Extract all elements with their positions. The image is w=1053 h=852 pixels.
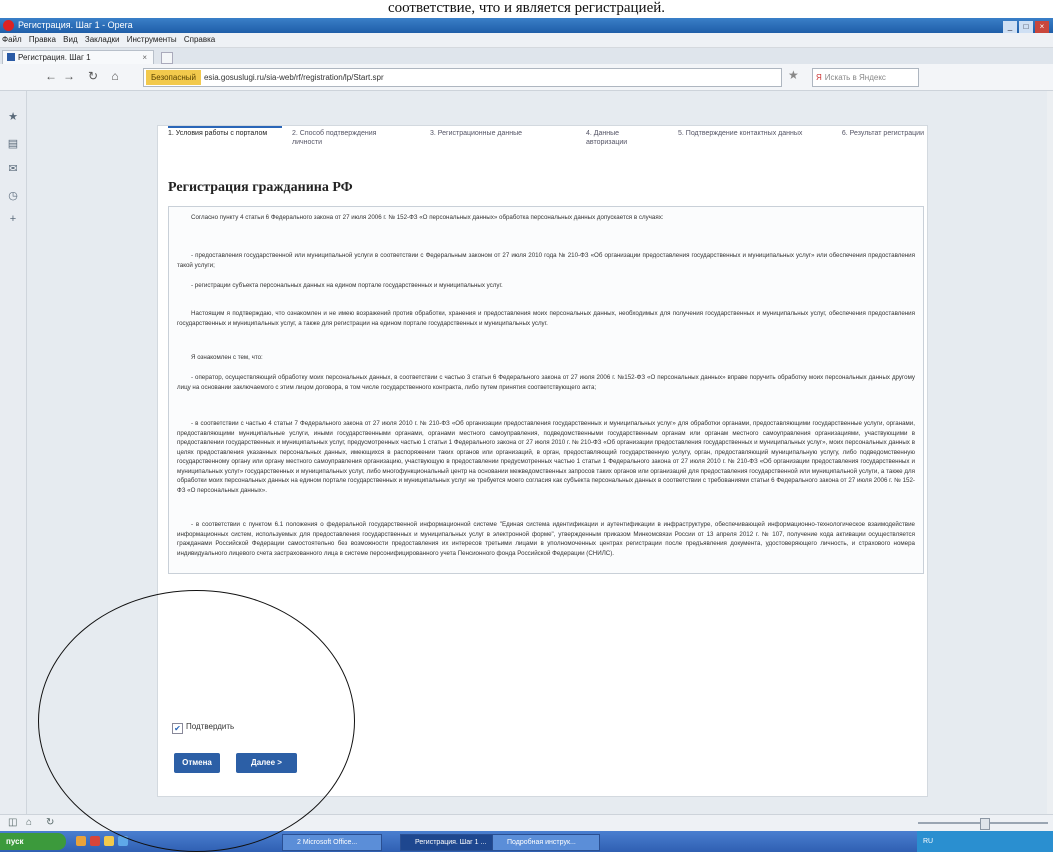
side-panel: ★ ▤ ✉ ◷ + [0,91,27,814]
menu-help[interactable]: Справка [184,35,215,44]
zoom-slider-knob[interactable] [980,818,990,830]
reload-icon[interactable]: ↻ [86,69,100,83]
system-tray: RU [917,831,1053,852]
menu-view[interactable]: Вид [63,35,77,44]
address-url[interactable]: esia.gosuslugi.ru/sia-web/rf/registratio… [204,73,384,82]
taskbar-item[interactable]: Подробная инструк... [492,834,600,851]
bookmarks-star-icon[interactable]: ★ [7,111,19,123]
yandex-icon: Я [816,73,822,82]
tab-strip: Регистрация. Шаг 1 × [0,48,1053,65]
consent-paragraph: - предоставления государственной или мун… [177,252,915,269]
add-panel-icon[interactable]: + [7,213,19,225]
consent-paragraph: - оператор, осуществляющий обработку мои… [177,374,915,391]
bookmark-star-icon[interactable]: ★ [788,68,799,82]
favicon-icon [7,53,15,61]
menu-file[interactable]: Файл [2,35,22,44]
quicklaunch-icon[interactable] [76,836,86,846]
taskbar: пуск 2 Microsoft Office... Регистрация. … [0,831,1053,852]
panel-toggle-icon[interactable]: ◫ [8,817,17,828]
new-tab-button[interactable] [161,52,173,64]
step-6: 6. Результат регистрации [841,130,924,137]
quicklaunch-icon[interactable] [104,836,114,846]
cancel-button[interactable]: Отмена [174,753,220,773]
taskbar-item[interactable]: 2 Microsoft Office... [282,834,382,851]
step-2: 2. Способ подтверждения личности [292,130,377,146]
address-bar[interactable]: Безопасный esia.gosuslugi.ru/sia-web/rf/r… [143,68,782,87]
opera-logo-icon [3,20,14,31]
step-3: 3. Регистрационные данные [430,130,523,137]
tab-close-icon[interactable]: × [142,51,147,64]
navigation-bar: ← → ↻ ⌂ Безопасный esia.gosuslugi.ru/sia-… [0,64,1053,91]
step-1: 1. Условия работы с порталом [168,130,268,137]
secure-badge[interactable]: Безопасный [146,70,201,85]
consent-paragraph: Я ознакомлен с тем, что: [191,354,263,361]
menu-tools[interactable]: Инструменты [127,35,177,44]
consent-paragraph: Настоящим я подтверждаю, что ознакомлен … [177,310,915,327]
step-5: 5. Подтверждение контактных данных [678,130,803,137]
consent-paragraph: - в соответствии с частью 4 статьи 7 Фед… [177,420,915,494]
menu-edit[interactable]: Правка [29,35,56,44]
taskbar-item-active[interactable]: Регистрация. Шаг 1 ... [400,834,504,851]
next-button[interactable]: Далее > [236,753,297,773]
quicklaunch-icon[interactable] [90,836,100,846]
tab-registration[interactable]: Регистрация. Шаг 1 × [2,50,154,65]
notes-icon[interactable]: ▤ [7,138,19,150]
document-caption: соответствие, что и является регистрацие… [387,0,666,16]
back-icon[interactable]: ← [44,69,58,83]
status-bar: ◫ ⌂ ↻ [0,814,1053,831]
consent-paragraph: Согласно пункту 4 статьи 6 Федерального … [191,214,664,221]
step-4: 4. Данные авторизации [586,130,628,146]
window-title: Регистрация. Шаг 1 - Opera [18,20,133,30]
minimize-icon[interactable]: _ [1003,21,1017,33]
zoom-slider[interactable] [918,818,1048,830]
search-field[interactable]: Я Искать в Яндекс [812,68,919,87]
close-icon[interactable]: × [1035,21,1049,33]
confirm-checkbox[interactable]: ✔ [172,723,183,734]
active-step-indicator [168,126,282,128]
home-icon[interactable]: ⌂ [108,69,122,83]
forward-icon[interactable]: → [62,69,76,83]
consent-textbox[interactable]: Согласно пункту 4 статьи 6 Федерального … [168,206,924,574]
history-icon[interactable]: ◷ [7,190,19,202]
consent-paragraph: - регистрации субъекта персональных данн… [191,282,503,289]
registration-steps: 1. Условия работы с порталом 2. Способ п… [168,126,924,153]
menu-bar: Файл Правка Вид Закладки Инструменты Спр… [0,33,1053,48]
maximize-icon[interactable]: □ [1019,21,1033,33]
search-placeholder: Искать в Яндекс [824,73,886,82]
consent-paragraph: - в соответствии с пунктом 6.1 положения… [177,521,915,557]
tab-label: Регистрация. Шаг 1 [18,53,91,62]
mail-icon[interactable]: ✉ [7,163,19,175]
quicklaunch-icon[interactable] [118,836,128,846]
menu-bookmarks[interactable]: Закладки [85,35,120,44]
start-button[interactable]: пуск [0,833,66,850]
window-controls: _ □ × [1001,19,1049,34]
confirm-label[interactable]: Подтвердить [186,722,234,731]
refresh-status-icon[interactable]: ↻ [46,817,54,828]
page-scrollbar[interactable] [1047,91,1053,814]
page-title: Регистрация гражданина РФ [168,180,353,195]
window-titlebar: Регистрация. Шаг 1 - Opera _ □ × [0,18,1053,33]
language-indicator[interactable]: RU [923,838,933,845]
home-status-icon[interactable]: ⌂ [26,817,32,828]
